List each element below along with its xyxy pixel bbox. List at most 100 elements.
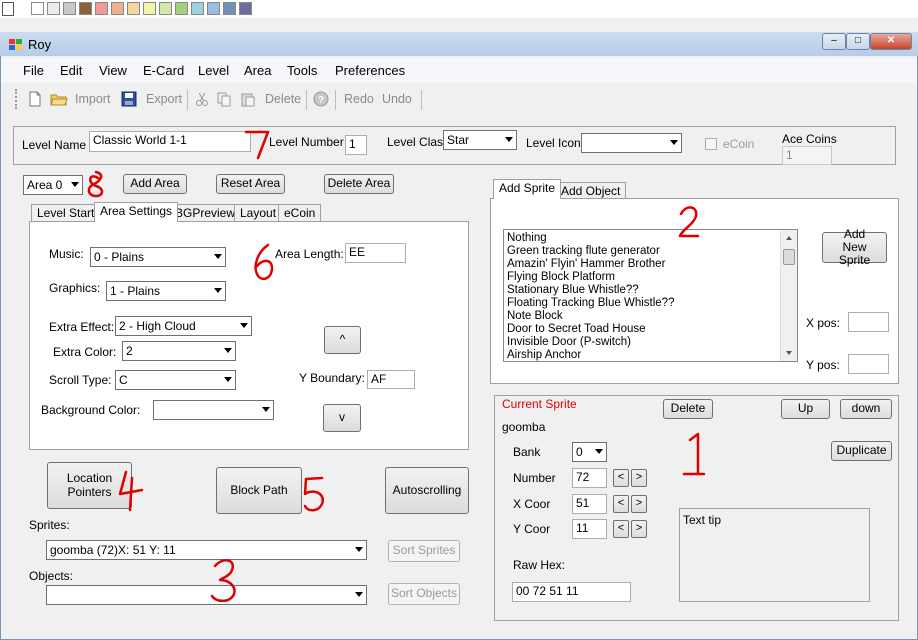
close-button[interactable]: ✕ <box>870 33 912 50</box>
list-item[interactable]: Amazin' Flyin' Hammer Brother <box>504 258 797 271</box>
undo-button[interactable]: Undo <box>382 92 412 106</box>
scroll-up-arrow-icon[interactable] <box>786 236 792 240</box>
scroll-down-button[interactable]: v <box>323 404 361 432</box>
tab-add-sprite[interactable]: Add Sprite <box>493 179 562 199</box>
graphics-select[interactable]: 1 - Plains <box>106 281 226 301</box>
delete-button[interactable]: Delete <box>265 92 301 106</box>
tab-level-start[interactable]: Level Start <box>31 204 101 222</box>
palette-swatch[interactable] <box>47 2 60 15</box>
cut-icon[interactable] <box>194 91 210 107</box>
palette-swatch[interactable] <box>111 2 124 15</box>
redo-button[interactable]: Redo <box>344 92 374 106</box>
list-item[interactable]: Floating Tracking Blue Whistle?? <box>504 297 797 310</box>
palette-swatch[interactable] <box>223 2 236 15</box>
copy-icon[interactable] <box>216 91 232 107</box>
list-item[interactable]: Door to Secret Toad House <box>504 323 797 336</box>
autoscrolling-button[interactable]: Autoscrolling <box>385 467 469 514</box>
x-coor-prev-button[interactable]: < <box>613 495 629 513</box>
ace-coins-input[interactable]: 1 <box>782 146 832 165</box>
menu-preferences[interactable]: Preferences <box>335 63 405 78</box>
paste-icon[interactable] <box>240 91 256 107</box>
tab-area-settings[interactable]: Area Settings <box>94 202 179 222</box>
level-number-input[interactable]: 1 <box>345 135 367 155</box>
bank-select[interactable]: 0 <box>572 442 607 462</box>
y-coor-prev-button[interactable]: < <box>613 520 629 538</box>
sprites-select[interactable]: goomba (72)X: 51 Y: 11 <box>46 540 367 560</box>
list-item[interactable]: Flying Block Platform <box>504 271 797 284</box>
palette-swatch[interactable] <box>31 2 44 15</box>
x-pos-input[interactable] <box>848 312 889 332</box>
tab-bgpreview[interactable]: BGPreview <box>169 204 242 222</box>
tab-layout[interactable]: Layout <box>234 204 283 222</box>
list-item[interactable]: Note Block <box>504 310 797 323</box>
palette-swatch[interactable] <box>79 2 92 15</box>
music-select[interactable]: 0 - Plains <box>90 247 226 267</box>
ecoin-checkbox[interactable] <box>705 138 717 150</box>
y-coor-input[interactable]: 11 <box>572 519 607 539</box>
duplicate-sprite-button[interactable]: Duplicate <box>831 441 892 461</box>
sprite-list-scrollbar[interactable] <box>780 230 797 361</box>
sprite-list[interactable]: Nothing Green tracking flute generator A… <box>503 229 798 362</box>
help-icon[interactable]: ? <box>313 91 329 107</box>
palette-swatch[interactable] <box>63 2 76 15</box>
objects-select[interactable] <box>46 585 367 605</box>
scroll-thumb[interactable] <box>783 249 795 265</box>
menu-file[interactable]: File <box>23 63 44 78</box>
maximize-button[interactable]: □ <box>846 33 870 50</box>
palette-swatch[interactable] <box>207 2 220 15</box>
list-item[interactable]: Airship Anchor <box>504 349 797 361</box>
palette-swatch[interactable] <box>143 2 156 15</box>
list-item[interactable]: Invisible Door (P-switch) <box>504 336 797 349</box>
menu-tools[interactable]: Tools <box>287 63 317 78</box>
open-folder-icon[interactable] <box>50 91 68 107</box>
y-pos-input[interactable] <box>848 354 889 374</box>
scroll-down-arrow-icon[interactable] <box>786 351 792 355</box>
menu-view[interactable]: View <box>99 63 127 78</box>
y-coor-next-button[interactable]: > <box>631 520 647 538</box>
level-class-select[interactable]: Star <box>443 130 517 150</box>
menu-level[interactable]: Level <box>198 63 229 78</box>
export-button[interactable]: Export <box>146 92 182 106</box>
area-select[interactable]: Area 0 <box>23 175 83 195</box>
sort-sprites-button[interactable]: Sort Sprites <box>388 540 460 562</box>
raw-hex-input[interactable]: 00 72 51 11 <box>512 582 631 602</box>
menu-edit[interactable]: Edit <box>60 63 82 78</box>
tab-ecoin[interactable]: eCoin <box>278 204 322 222</box>
level-icon-select[interactable] <box>581 133 682 153</box>
import-button[interactable]: Import <box>75 92 110 106</box>
extra-effect-select[interactable]: 2 - High Cloud <box>115 316 252 336</box>
reset-area-button[interactable]: Reset Area <box>216 174 285 194</box>
number-next-button[interactable]: > <box>631 469 647 487</box>
area-length-input[interactable]: EE <box>345 243 406 263</box>
list-item[interactable]: Green tracking flute generator <box>504 245 797 258</box>
delete-area-button[interactable]: Delete Area <box>324 174 394 194</box>
block-path-button[interactable]: Block Path <box>216 467 302 514</box>
add-area-button[interactable]: Add Area <box>123 174 187 194</box>
number-prev-button[interactable]: < <box>613 469 629 487</box>
new-file-icon[interactable] <box>27 91 43 107</box>
level-name-input[interactable]: Classic World 1-1 <box>89 131 251 152</box>
number-input[interactable]: 72 <box>572 468 607 488</box>
location-pointers-button[interactable]: Location Pointers <box>47 462 132 509</box>
palette-swatch[interactable] <box>191 2 204 15</box>
save-disk-icon[interactable] <box>121 91 137 107</box>
menu-ecard[interactable]: E-Card <box>143 63 184 78</box>
palette-swatch[interactable] <box>175 2 188 15</box>
add-new-sprite-button[interactable]: Add New Sprite <box>822 227 887 267</box>
minimize-button[interactable]: – <box>822 33 846 50</box>
palette-swatch[interactable] <box>239 2 252 15</box>
sort-objects-button[interactable]: Sort Objects <box>388 583 460 605</box>
extra-color-select[interactable]: 2 <box>122 341 236 361</box>
sprite-up-button[interactable]: Up <box>781 399 830 419</box>
scroll-up-button[interactable]: ^ <box>324 326 361 354</box>
x-coor-input[interactable]: 51 <box>572 494 607 514</box>
list-item[interactable]: Nothing <box>504 232 797 245</box>
sprite-down-button[interactable]: down <box>840 399 892 419</box>
menu-area[interactable]: Area <box>244 63 271 78</box>
palette-swatch[interactable] <box>127 2 140 15</box>
palette-swatch[interactable] <box>159 2 172 15</box>
x-coor-next-button[interactable]: > <box>631 495 647 513</box>
scroll-type-select[interactable]: C <box>115 370 236 390</box>
y-boundary-input[interactable]: AF <box>367 370 415 389</box>
list-item[interactable]: Stationary Blue Whistle?? <box>504 284 797 297</box>
